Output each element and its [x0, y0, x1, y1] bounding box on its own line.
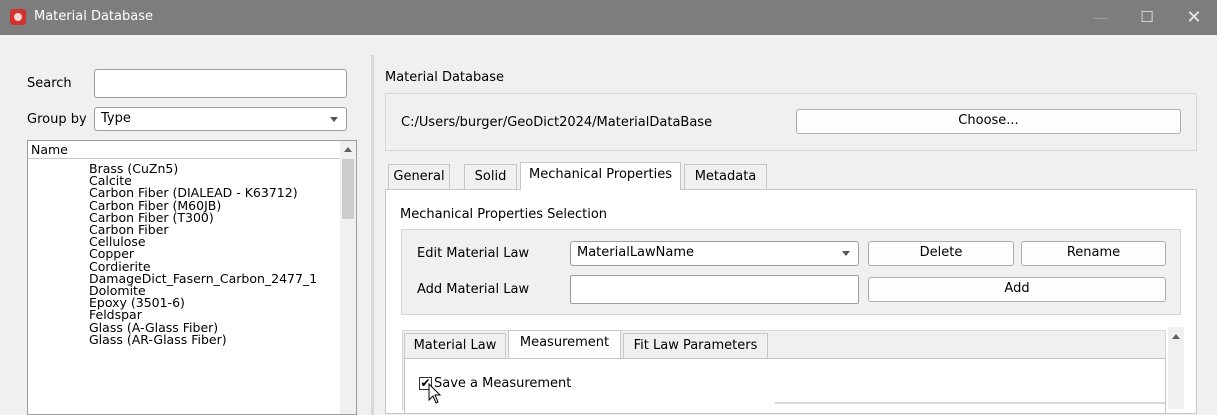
edit-law-label: Edit Material Law: [417, 246, 530, 261]
title-bar: Material Database — ☐ ✕: [0, 0, 1217, 35]
chevron-down-icon: [330, 117, 338, 122]
subtab-material-law[interactable]: Material Law: [404, 333, 506, 359]
pane-scrollbar[interactable]: [1168, 327, 1184, 409]
app-icon: [10, 9, 26, 25]
list-scrollbar[interactable]: [340, 141, 356, 414]
save-measurement-label: Save a Measurement: [434, 376, 572, 391]
database-path: C:/Users/burger/GeoDict2024/MaterialData…: [401, 115, 713, 130]
subtab-fit-law-parameters[interactable]: Fit Law Parameters: [623, 333, 768, 359]
subtab-measurement[interactable]: Measurement: [508, 330, 621, 358]
close-button[interactable]: ✕: [1171, 0, 1217, 35]
search-label: Search: [27, 76, 72, 91]
search-input[interactable]: [94, 69, 347, 98]
groupby-value: Type: [101, 111, 131, 126]
maximize-button[interactable]: ☐: [1124, 0, 1170, 35]
groupby-select[interactable]: Type: [94, 107, 347, 131]
window-title: Material Database: [34, 9, 153, 24]
add-law-input[interactable]: [570, 275, 859, 304]
section-title: Mechanical Properties Selection: [400, 207, 608, 222]
mouse-pointer-icon: [428, 383, 442, 404]
material-database-label: Material Database: [385, 70, 504, 85]
pane-divider: [775, 402, 1165, 404]
edit-law-select[interactable]: MaterialLawName: [570, 241, 859, 266]
minimize-button[interactable]: —: [1078, 0, 1124, 35]
tab-solid[interactable]: Solid: [464, 164, 517, 190]
tab-general[interactable]: General: [388, 164, 450, 190]
tab-metadata[interactable]: Metadata: [684, 164, 767, 190]
rename-button[interactable]: Rename: [1021, 241, 1166, 266]
material-list[interactable]: Name Brass (CuZn5) Calcite Carbon Fiber (D…: [27, 140, 357, 415]
list-items: Brass (CuZn5) Calcite Carbon Fiber (DIALEA…: [89, 162, 317, 346]
list-item[interactable]: Glass (AR-Glass Fiber): [89, 333, 317, 346]
scroll-up-icon[interactable]: [344, 147, 352, 152]
choose-button[interactable]: Choose...: [796, 109, 1181, 134]
scroll-up-icon[interactable]: [1172, 334, 1180, 339]
add-button[interactable]: Add: [868, 277, 1166, 302]
groupby-label: Group by: [27, 112, 87, 127]
tab-mechanical-properties[interactable]: Mechanical Properties: [520, 162, 681, 190]
list-header-name[interactable]: Name: [28, 141, 341, 159]
chevron-down-icon: [842, 251, 850, 256]
add-law-label: Add Material Law: [417, 282, 530, 297]
panel-splitter[interactable]: [371, 55, 374, 415]
scroll-thumb[interactable]: [342, 159, 354, 219]
edit-law-value: MaterialLawName: [577, 245, 695, 260]
delete-button[interactable]: Delete: [868, 241, 1014, 266]
